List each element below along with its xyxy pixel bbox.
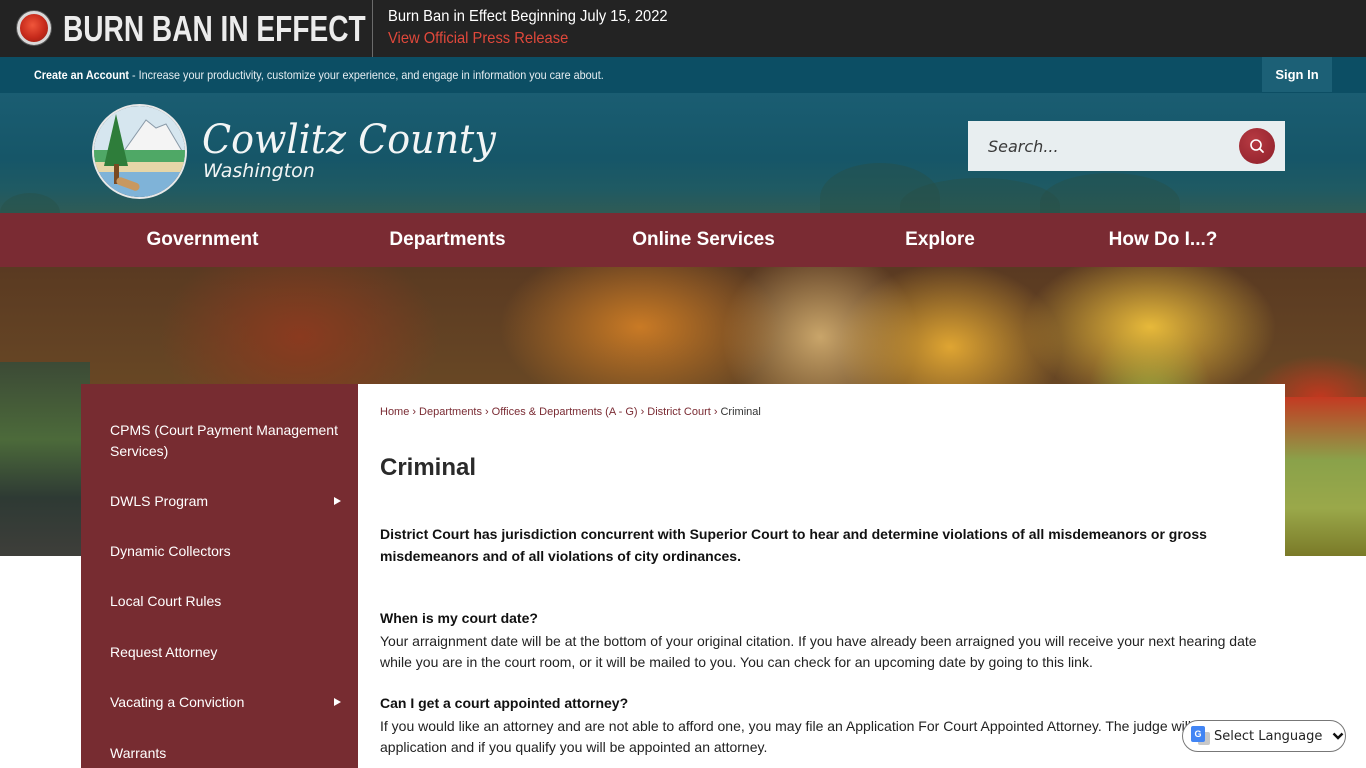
search-button[interactable]: [1239, 128, 1275, 164]
account-bar: Create an Account - Increase your produc…: [0, 57, 1366, 93]
nav-departments[interactable]: Departments: [360, 213, 535, 267]
chevron-down-icon: [1333, 732, 1344, 740]
faq-answer: Your arraignment date will be at the bot…: [380, 633, 1257, 670]
sidebar-item-warrants[interactable]: Warrants: [110, 743, 350, 764]
sidebar-item-cpms[interactable]: CPMS (Court Payment Management Services): [110, 420, 350, 462]
county-seal-logo[interactable]: [92, 104, 187, 199]
faq-answer: If you would like an attorney and are no…: [380, 718, 1259, 755]
header-tree-decoration: [0, 193, 60, 213]
sidebar-item-vacating-a-conviction[interactable]: Vacating a Conviction: [110, 692, 350, 713]
breadcrumb-separator: ›: [412, 406, 417, 418]
alert-light-icon: [17, 11, 51, 45]
sign-in-button[interactable]: Sign In: [1262, 57, 1332, 92]
alert-message: Burn Ban in Effect Beginning July 15, 20…: [388, 8, 668, 25]
faq-question: Can I get a court appointed attorney?: [380, 695, 629, 711]
sidebar-item-dynamic-collectors[interactable]: Dynamic Collectors: [110, 541, 350, 562]
nav-online-services[interactable]: Online Services: [610, 213, 797, 267]
language-selector[interactable]: G Select Language: [1182, 720, 1346, 752]
page-title: Criminal: [380, 454, 477, 481]
breadcrumb-separator: ›: [713, 406, 718, 418]
breadcrumb: Home › Departments › Offices & Departments (…: [380, 406, 761, 418]
county-seal-icon: [94, 106, 185, 197]
search-icon: [1250, 139, 1264, 153]
google-translate-icon: G: [1191, 726, 1211, 746]
sidebar-item-dwls-program[interactable]: DWLS Program: [110, 491, 350, 512]
breadcrumb-offices-departments[interactable]: Offices & Departments (A - G): [492, 406, 638, 418]
main-content: Home › Departments › Offices & Departments (…: [358, 384, 1285, 768]
alert-divider: [372, 0, 373, 57]
submenu-arrow-icon[interactable]: [334, 497, 341, 505]
alert-title: BURN BAN IN EFFECT: [63, 8, 366, 49]
breadcrumb-departments[interactable]: Departments: [419, 406, 482, 418]
site-title[interactable]: Cowlitz County: [202, 117, 496, 163]
breadcrumb-home[interactable]: Home: [380, 406, 409, 418]
language-selector-label: Select Language: [1214, 728, 1323, 744]
search-box: [968, 121, 1285, 171]
sidebar-item-local-court-rules[interactable]: Local Court Rules: [110, 591, 350, 612]
nav-explore[interactable]: Explore: [880, 213, 1000, 267]
breadcrumb-separator: ›: [485, 406, 489, 418]
create-account-link[interactable]: Create an Account: [34, 68, 129, 82]
sidebar-nav: CPMS (Court Payment Management Services)…: [81, 384, 358, 768]
submenu-arrow-icon[interactable]: [334, 698, 341, 706]
press-release-link[interactable]: View Official Press Release: [388, 30, 568, 48]
nav-government[interactable]: Government: [120, 213, 285, 267]
breadcrumb-district-court[interactable]: District Court: [647, 406, 711, 418]
banner-park-scene: [1284, 397, 1366, 556]
intro-paragraph: District Court has jurisdiction concurre…: [380, 526, 1207, 564]
sidebar-item-request-attorney[interactable]: Request Attorney: [110, 642, 350, 663]
faq-question: When is my court date?: [380, 610, 538, 626]
account-message: Create an Account - Increase your produc…: [34, 68, 604, 82]
search-input[interactable]: [968, 121, 1228, 171]
header-tree-decoration: [1040, 173, 1180, 213]
account-description: - Increase your productivity, customize …: [129, 68, 604, 82]
breadcrumb-separator: ›: [640, 406, 645, 418]
nav-how-do-i[interactable]: How Do I...?: [1090, 213, 1236, 267]
banner-park-scene: [0, 362, 90, 556]
site-subtitle: Washington: [203, 160, 315, 182]
breadcrumb-current: Criminal: [720, 406, 761, 418]
alert-banner: BURN BAN IN EFFECT Burn Ban in Effect Be…: [0, 0, 1366, 57]
main-nav: Government Departments Online Services E…: [0, 213, 1366, 267]
